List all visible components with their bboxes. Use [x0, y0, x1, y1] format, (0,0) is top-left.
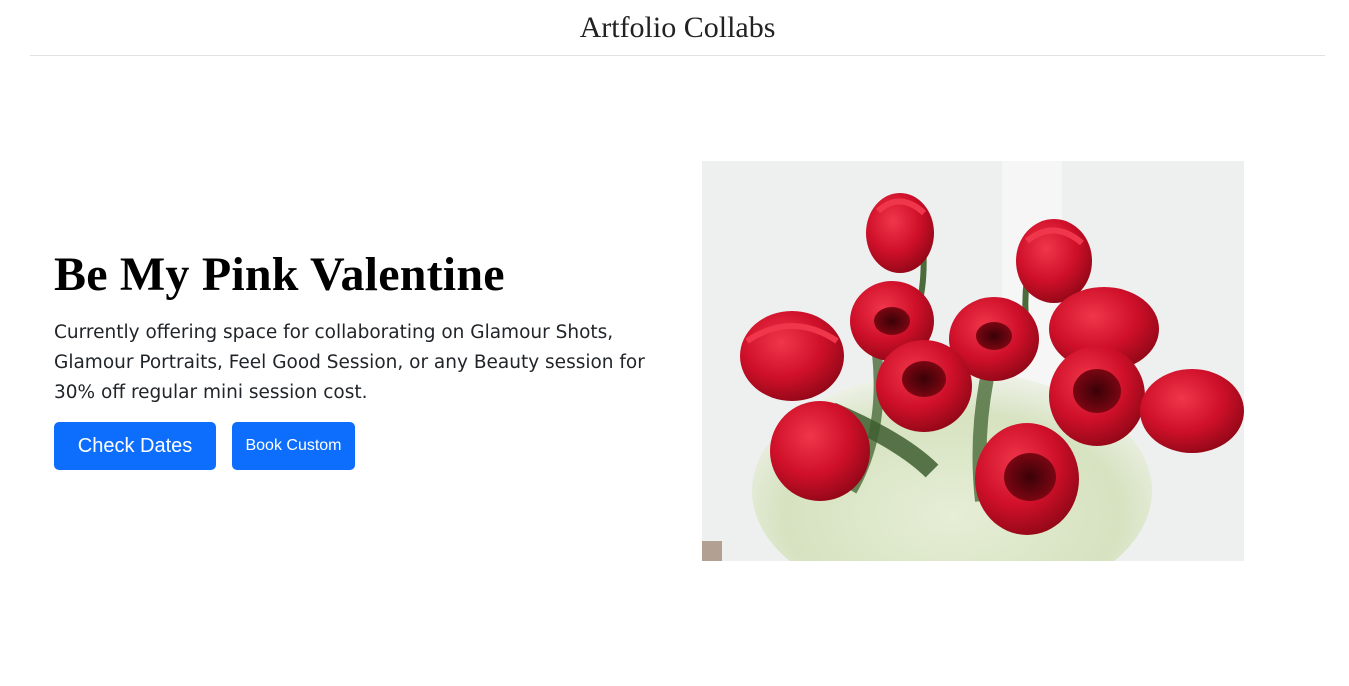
hero-image — [702, 161, 1244, 561]
site-title[interactable]: Artfolio Collabs — [30, 9, 1325, 47]
tulip-bouquet-illustration — [702, 161, 1244, 561]
check-dates-button[interactable]: Check Dates — [54, 422, 216, 470]
hero-description: Currently offering space for collaborati… — [54, 322, 645, 403]
site-header: Artfolio Collabs — [30, 0, 1325, 56]
hero-content: Be My Pink Valentine Currently offering … — [54, 246, 664, 470]
book-custom-button[interactable]: Book Custom — [232, 422, 355, 470]
hero-button-row: Check Dates Book Custom — [54, 422, 355, 470]
hero-title: Be My Pink Valentine — [54, 248, 505, 301]
